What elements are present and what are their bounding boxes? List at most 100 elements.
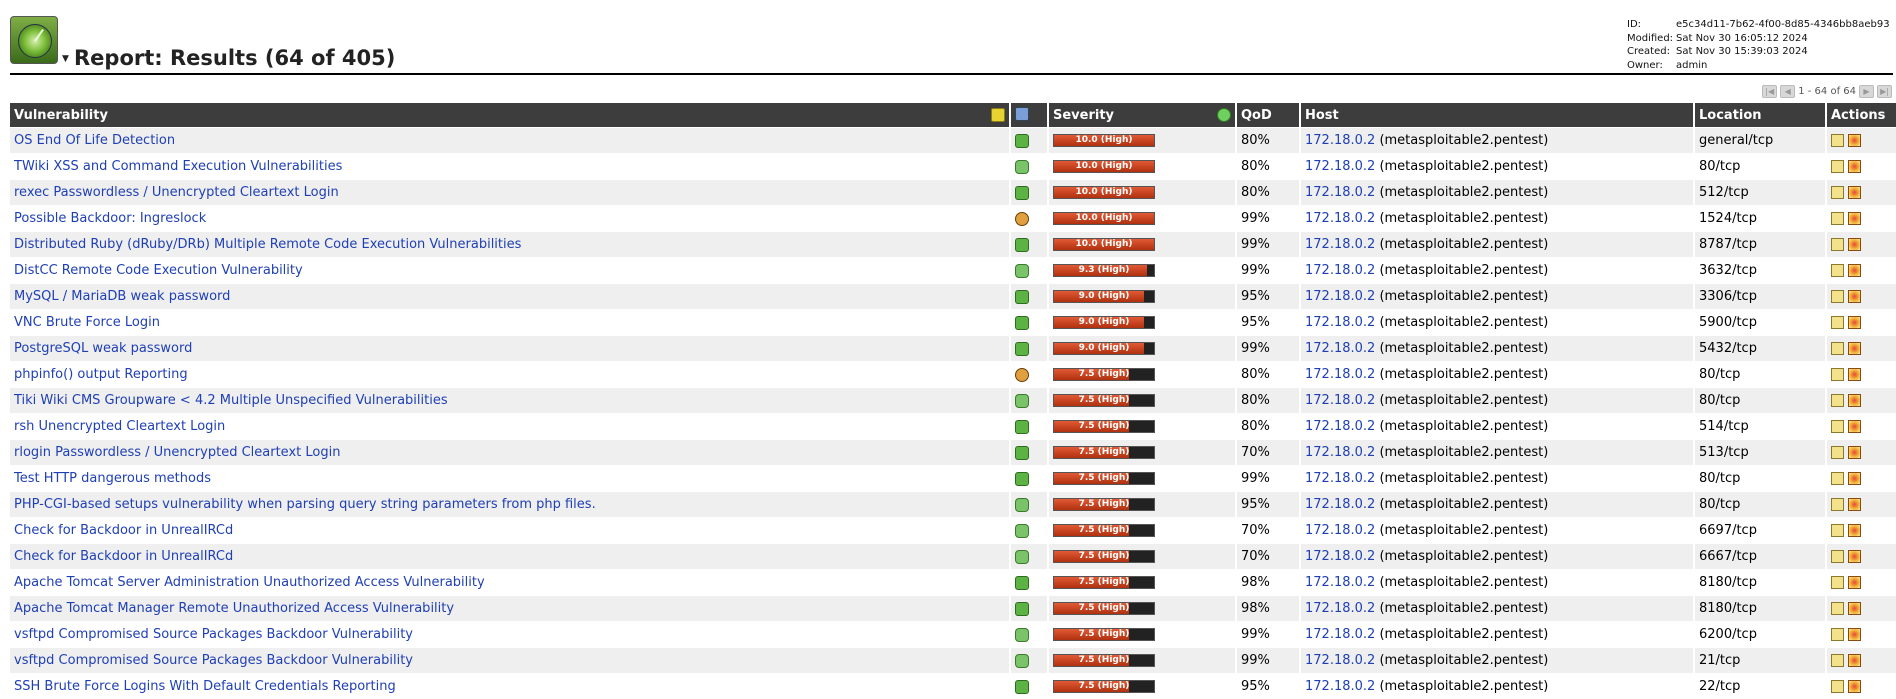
add-note-icon[interactable] [1831, 342, 1844, 355]
vulnerability-link[interactable]: DistCC Remote Code Execution Vulnerabili… [14, 263, 303, 278]
severity-sort-icon[interactable] [1217, 108, 1231, 122]
add-note-icon[interactable] [1831, 264, 1844, 277]
add-note-icon[interactable] [1831, 524, 1844, 537]
host-ip-link[interactable]: 172.18.0.2 [1305, 471, 1375, 486]
col-severity[interactable]: Severity [1049, 103, 1235, 127]
host-ip-link[interactable]: 172.18.0.2 [1305, 653, 1375, 668]
add-note-icon[interactable] [1831, 160, 1844, 173]
col-solution-type[interactable] [1011, 103, 1047, 127]
host-ip-link[interactable]: 172.18.0.2 [1305, 575, 1375, 590]
col-location[interactable]: Location [1695, 103, 1825, 127]
vulnerability-link[interactable]: rexec Passwordless / Unencrypted Clearte… [14, 185, 339, 200]
add-override-icon[interactable] [1848, 342, 1861, 355]
add-note-icon[interactable] [1831, 602, 1844, 615]
add-override-icon[interactable] [1848, 446, 1861, 459]
vulnerability-link[interactable]: vsftpd Compromised Source Packages Backd… [14, 627, 413, 642]
add-note-icon[interactable] [1831, 628, 1844, 641]
vulnerability-link[interactable]: PostgreSQL weak password [14, 341, 192, 356]
add-note-icon[interactable] [1831, 290, 1844, 303]
col-host[interactable]: Host [1301, 103, 1693, 127]
add-override-icon[interactable] [1848, 212, 1861, 225]
add-note-icon[interactable] [1831, 576, 1844, 589]
add-note-icon[interactable] [1831, 186, 1844, 199]
add-override-icon[interactable] [1848, 134, 1861, 147]
host-ip-link[interactable]: 172.18.0.2 [1305, 419, 1375, 434]
add-note-icon[interactable] [1831, 212, 1844, 225]
add-note-icon[interactable] [1831, 680, 1844, 693]
add-override-icon[interactable] [1848, 160, 1861, 173]
add-override-icon[interactable] [1848, 524, 1861, 537]
vulnerability-link[interactable]: rsh Unencrypted Cleartext Login [14, 419, 225, 434]
host-ip-link[interactable]: 172.18.0.2 [1305, 211, 1375, 226]
col-qod[interactable]: QoD [1237, 103, 1299, 127]
col-vulnerability[interactable]: Vulnerability [10, 103, 1009, 127]
add-note-icon[interactable] [1831, 550, 1844, 563]
add-override-icon[interactable] [1848, 186, 1861, 199]
vulnerability-link[interactable]: Distributed Ruby (dRuby/DRb) Multiple Re… [14, 237, 521, 252]
next-page-icon[interactable]: ▶ [1859, 85, 1874, 98]
add-override-icon[interactable] [1848, 394, 1861, 407]
add-note-icon[interactable] [1831, 134, 1844, 147]
app-logo[interactable] [10, 16, 58, 64]
vulnerability-link[interactable]: SSH Brute Force Logins With Default Cred… [14, 679, 396, 694]
vulnerability-link[interactable]: rlogin Passwordless / Unencrypted Cleart… [14, 445, 340, 460]
prev-page-icon[interactable]: ◀ [1780, 85, 1796, 98]
add-override-icon[interactable] [1848, 498, 1861, 511]
add-override-icon[interactable] [1848, 602, 1861, 615]
add-note-icon[interactable] [1831, 368, 1844, 381]
vulnerability-link[interactable]: Apache Tomcat Server Administration Unau… [14, 575, 485, 590]
add-note-icon[interactable] [1831, 446, 1844, 459]
add-override-icon[interactable] [1848, 316, 1861, 329]
add-override-icon[interactable] [1848, 472, 1861, 485]
add-override-icon[interactable] [1848, 290, 1861, 303]
vulnerability-link[interactable]: MySQL / MariaDB weak password [14, 289, 230, 304]
host-ip-link[interactable]: 172.18.0.2 [1305, 601, 1375, 616]
host-ip-link[interactable]: 172.18.0.2 [1305, 185, 1375, 200]
host-ip-link[interactable]: 172.18.0.2 [1305, 159, 1375, 174]
host-ip-link[interactable]: 172.18.0.2 [1305, 367, 1375, 382]
add-note-icon[interactable] [1831, 394, 1844, 407]
add-note-icon[interactable] [1831, 498, 1844, 511]
host-ip-link[interactable]: 172.18.0.2 [1305, 679, 1375, 694]
add-note-icon[interactable] [1831, 654, 1844, 667]
host-ip-link[interactable]: 172.18.0.2 [1305, 523, 1375, 538]
vulnerability-link[interactable]: Apache Tomcat Manager Remote Unauthorize… [14, 601, 454, 616]
add-note-icon[interactable] [1831, 420, 1844, 433]
host-ip-link[interactable]: 172.18.0.2 [1305, 341, 1375, 356]
add-note-icon[interactable] [1831, 238, 1844, 251]
host-ip-link[interactable]: 172.18.0.2 [1305, 393, 1375, 408]
vulnerability-link[interactable]: Test HTTP dangerous methods [14, 471, 211, 486]
add-note-icon[interactable] [1831, 316, 1844, 329]
add-override-icon[interactable] [1848, 264, 1861, 277]
add-override-icon[interactable] [1848, 576, 1861, 589]
host-ip-link[interactable]: 172.18.0.2 [1305, 549, 1375, 564]
host-ip-link[interactable]: 172.18.0.2 [1305, 289, 1375, 304]
vulnerability-link[interactable]: VNC Brute Force Login [14, 315, 160, 330]
vulnerability-link[interactable]: Tiki Wiki CMS Groupware < 4.2 Multiple U… [14, 393, 448, 408]
host-ip-link[interactable]: 172.18.0.2 [1305, 497, 1375, 512]
vulnerability-link[interactable]: TWiki XSS and Command Execution Vulnerab… [14, 159, 342, 174]
host-ip-link[interactable]: 172.18.0.2 [1305, 263, 1375, 278]
add-override-icon[interactable] [1848, 550, 1861, 563]
host-ip-link[interactable]: 172.18.0.2 [1305, 445, 1375, 460]
add-note-icon[interactable] [1831, 472, 1844, 485]
add-override-icon[interactable] [1848, 680, 1861, 693]
add-override-icon[interactable] [1848, 654, 1861, 667]
add-override-icon[interactable] [1848, 420, 1861, 433]
add-override-icon[interactable] [1848, 368, 1861, 381]
vulnerability-link[interactable]: vsftpd Compromised Source Packages Backd… [14, 653, 413, 668]
host-ip-link[interactable]: 172.18.0.2 [1305, 627, 1375, 642]
host-ip-link[interactable]: 172.18.0.2 [1305, 237, 1375, 252]
first-page-icon[interactable]: |◀ [1762, 85, 1778, 98]
menu-caret-icon[interactable]: ▼ [62, 54, 69, 64]
vulnerability-link[interactable]: PHP-CGI-based setups vulnerability when … [14, 497, 596, 512]
host-ip-link[interactable]: 172.18.0.2 [1305, 133, 1375, 148]
host-ip-link[interactable]: 172.18.0.2 [1305, 315, 1375, 330]
vulnerability-link[interactable]: OS End Of Life Detection [14, 133, 175, 148]
vulnerability-link[interactable]: Check for Backdoor in UnrealIRCd [14, 523, 233, 538]
add-filter-icon[interactable] [991, 108, 1005, 122]
vulnerability-link[interactable]: Possible Backdoor: Ingreslock [14, 211, 206, 226]
add-override-icon[interactable] [1848, 628, 1861, 641]
vulnerability-link[interactable]: phpinfo() output Reporting [14, 367, 188, 382]
last-page-icon[interactable]: ▶| [1877, 85, 1892, 98]
